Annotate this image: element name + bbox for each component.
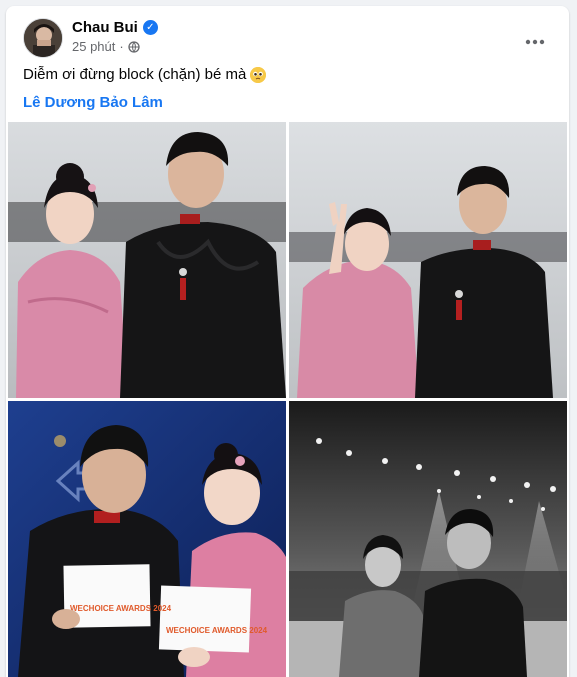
- post-header: Chau Bui ✓ 25 phút ·: [6, 6, 569, 62]
- photo-2[interactable]: [289, 122, 567, 398]
- envelope-1-label: WECHOICE AWARDS 2024: [70, 604, 172, 613]
- post-caption: Diễm ơi đừng block (chặn) bé mà: [23, 66, 267, 83]
- verified-badge-icon: ✓: [142, 20, 158, 35]
- tagged-person-link[interactable]: Lê Dương Bảo Lâm: [23, 94, 163, 111]
- photo-4[interactable]: [289, 401, 567, 677]
- caption-text: Diễm ơi đừng block (chặn) bé mà: [23, 66, 247, 83]
- post-card: Chau Bui ✓ 25 phút · Diễm ơi đừng block …: [6, 6, 569, 677]
- more-options-icon[interactable]: [517, 24, 553, 60]
- envelope-2-label: WECHOICE AWARDS 2024: [166, 626, 268, 635]
- photo-3[interactable]: WECHOICE AWARDS 2024 WECHOICE AWARDS 202…: [8, 401, 286, 677]
- post-meta: 25 phút ·: [72, 39, 140, 54]
- author-row: Chau Bui ✓: [72, 19, 158, 36]
- meta-separator: ·: [119, 39, 124, 54]
- photo-1[interactable]: [8, 122, 286, 398]
- globe-icon[interactable]: [128, 40, 140, 53]
- post-timestamp[interactable]: 25 phút: [72, 39, 115, 54]
- author-name[interactable]: Chau Bui: [72, 19, 138, 36]
- photo-grid: WECHOICE AWARDS 2024 WECHOICE AWARDS 202…: [6, 122, 569, 677]
- avatar[interactable]: [23, 18, 63, 58]
- pleading-face-emoji-icon: [250, 66, 267, 83]
